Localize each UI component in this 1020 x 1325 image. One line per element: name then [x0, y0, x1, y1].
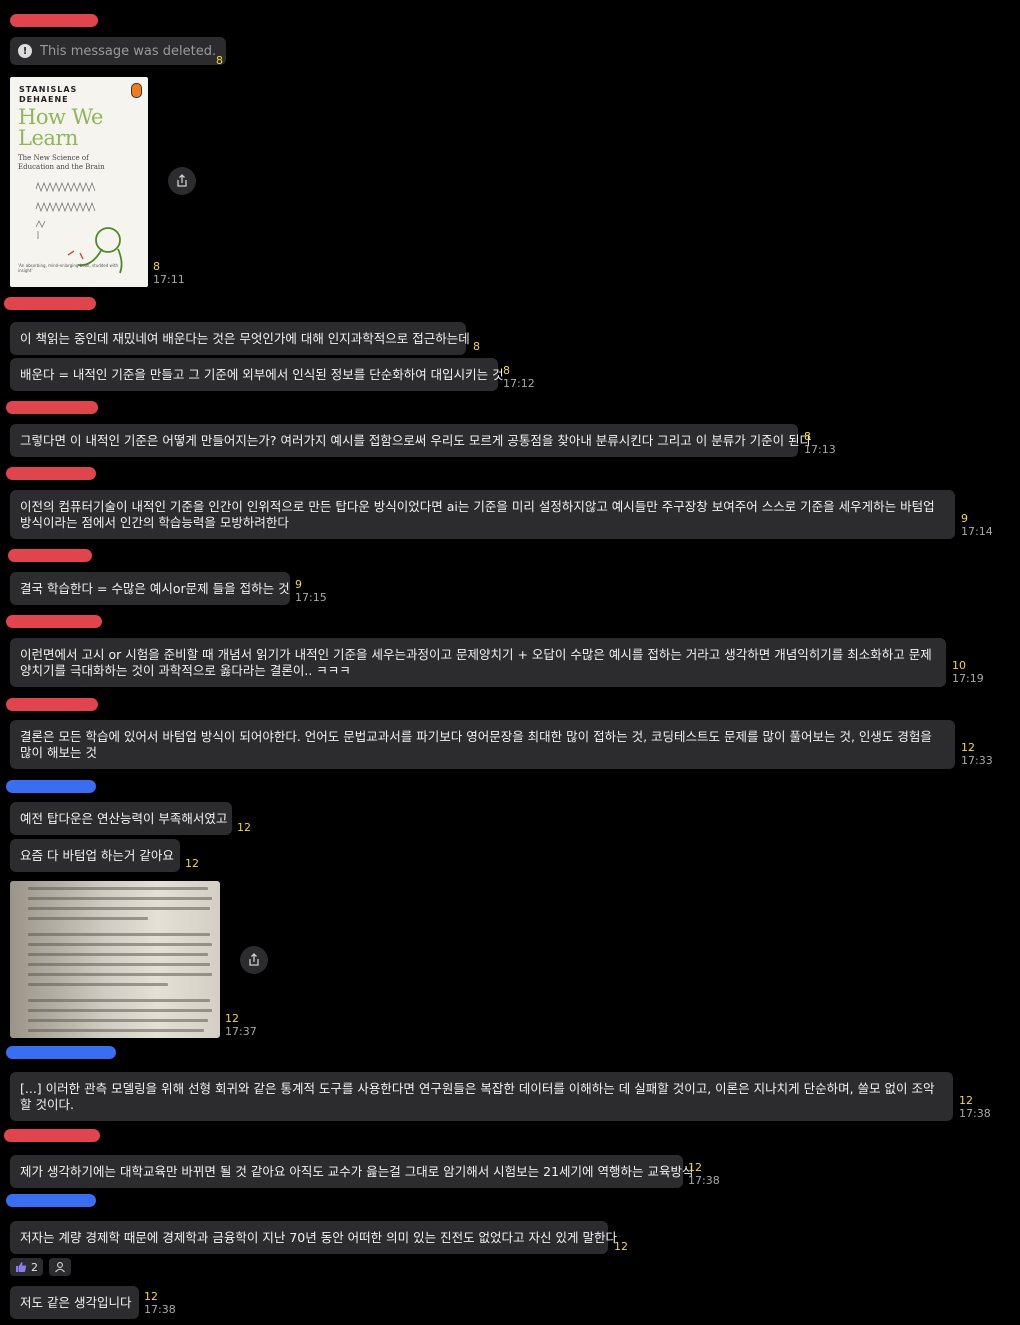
message-time: 17:13 [804, 443, 836, 456]
sender-name-redacted [6, 780, 96, 793]
share-icon [249, 953, 259, 966]
read-count: 12 [961, 741, 975, 754]
book-cover-image[interactable]: STANISLAS DEHAENE How We Learn The New S… [10, 77, 148, 287]
read-count: 12 [688, 1161, 702, 1174]
message-bubble[interactable]: 배운다 = 내적인 기준을 만들고 그 기준에 외부에서 인식된 정보를 단순화… [10, 358, 504, 391]
book-quote: 'An absorbing, mind-enlarging book, stud… [18, 263, 119, 273]
message-time: 17:38 [959, 1107, 991, 1120]
read-count: 12 [144, 1290, 158, 1303]
message-meta: 12 [185, 857, 199, 870]
sender-name-redacted [8, 549, 92, 562]
message-meta: 12 [237, 821, 251, 834]
sender-name-redacted [10, 14, 98, 27]
message-bubble[interactable]: 저자는 계량 경제학 때문에 경제학과 금융학이 지난 70년 동안 어떠한 의… [10, 1221, 617, 1254]
share-icon [177, 174, 187, 187]
read-count: 8 [153, 260, 160, 273]
photo-text-line [28, 1019, 208, 1022]
message-meta: 12 [614, 1240, 628, 1253]
message-meta: 8 17:12 [503, 364, 535, 390]
message-bubble[interactable]: 이전의 컴퓨터기술이 내적인 기준을 인간이 인위적으로 만든 탑다운 방식이었… [10, 490, 955, 539]
message-time: 17:37 [225, 1025, 257, 1038]
book-cover-illustration [35, 181, 123, 274]
message-meta: 10 17:19 [952, 659, 984, 685]
thumbs-up-reaction[interactable]: 2 [10, 1258, 43, 1276]
message-meta: 12 17:38 [959, 1094, 991, 1120]
sender-name-redacted [6, 698, 98, 711]
sender-name-redacted [6, 401, 98, 414]
message-time: 17:33 [961, 754, 993, 767]
share-button[interactable] [168, 167, 196, 195]
sender-name-redacted [6, 615, 102, 628]
photo-text-line [28, 963, 210, 966]
message-meta: 12 17:33 [961, 741, 993, 767]
photo-text-line [28, 897, 212, 900]
photo-text-line [28, 973, 212, 976]
read-count: 12 [237, 821, 251, 834]
message-time: 17:11 [153, 273, 185, 286]
sender-name-redacted [6, 1194, 96, 1207]
thumbs-up-icon [16, 1262, 27, 1272]
photo-text-line [28, 933, 210, 936]
read-count: 8 [473, 340, 480, 353]
message-bubble[interactable]: 이런면에서 고시 or 시험을 준비할 때 개념서 읽기가 내적인 기준을 세우… [10, 638, 946, 687]
message-bubble[interactable]: 이 책읽는 중인데 재밌네여 배운다는 것은 무엇인가에 대해 인지과학적으로 … [10, 322, 470, 355]
message-bubble[interactable]: 저도 같은 생각입니다 [10, 1286, 139, 1319]
book-page-photo[interactable] [10, 881, 220, 1038]
read-count: 12 [185, 857, 199, 870]
message-time: 17:38 [144, 1303, 176, 1316]
message-meta: 12 17:38 [144, 1290, 176, 1316]
read-count: 9 [295, 578, 302, 591]
reaction-count: 2 [31, 1260, 38, 1274]
message-bubble[interactable]: 그렇다면 이 내적인 기준은 어떻게 만들어지는가? 여러가지 예시를 접함으로… [10, 424, 811, 457]
photo-text-line [28, 983, 168, 986]
message-time: 17:38 [688, 1174, 720, 1187]
message-bubble[interactable]: 예전 탑다운은 연산능력이 부족해서였고 [10, 802, 232, 835]
message-bubble[interactable]: [...] 이러한 관측 모델링을 위해 선형 회귀와 같은 통계적 도구를 사… [10, 1072, 953, 1121]
message-meta: 9 17:15 [295, 578, 327, 604]
read-count: 9 [961, 512, 968, 525]
read-count: 10 [952, 659, 966, 672]
read-count: 8 [216, 54, 223, 67]
message-time: 17:14 [961, 525, 993, 538]
deleted-message-text: This message was deleted. [40, 43, 217, 59]
read-count: 12 [225, 1012, 239, 1025]
sender-name-redacted [4, 1129, 100, 1142]
message-meta: 8 17:11 [153, 260, 185, 286]
photo-text-line [28, 917, 148, 920]
message-time: 17:15 [295, 591, 327, 604]
message-time: 17:12 [503, 377, 535, 390]
photo-text-line [28, 907, 210, 910]
share-button[interactable] [240, 946, 268, 974]
message-bubble[interactable]: 제가 생각하기에는 대학교육만 바뀌면 될 것 같아요 아직도 교수가 읊는걸 … [10, 1155, 694, 1188]
sender-name-redacted [6, 1046, 116, 1059]
photo-text-line [28, 887, 208, 890]
person-icon [55, 1262, 65, 1273]
message-meta: 12 17:37 [225, 1012, 257, 1038]
photo-text-line [28, 1009, 212, 1012]
message-meta: 8 [473, 340, 480, 353]
photo-text-line [28, 953, 208, 956]
sender-name-redacted [6, 467, 96, 480]
deleted-message[interactable]: ! This message was deleted. [10, 37, 227, 65]
photo-text-line [28, 943, 212, 946]
read-count: 12 [614, 1240, 628, 1253]
photo-text-line [28, 999, 210, 1002]
add-reaction-button[interactable] [49, 1258, 71, 1276]
message-meta: 9 17:14 [961, 512, 993, 538]
read-count: 8 [503, 364, 510, 377]
message-meta: 8 [216, 54, 223, 67]
read-count: 8 [804, 430, 811, 443]
message-bubble[interactable]: 요즘 다 바텀업 하는거 같아요 [10, 839, 180, 872]
warning-icon: ! [18, 44, 32, 58]
sender-name-redacted [4, 297, 96, 310]
message-bubble[interactable]: 결론은 모든 학습에 있어서 바텀업 방식이 되어야한다. 언어도 문법교과서를… [10, 720, 955, 769]
message-meta: 12 17:38 [688, 1161, 720, 1187]
photo-text-line [28, 1029, 204, 1032]
reactions-bar: 2 [10, 1258, 71, 1276]
read-count: 12 [959, 1094, 973, 1107]
message-meta: 8 17:13 [804, 430, 836, 456]
message-bubble[interactable]: 결국 학습한다 = 수많은 예시or문제 들을 접하는 것 [10, 572, 290, 605]
message-time: 17:19 [952, 672, 984, 685]
